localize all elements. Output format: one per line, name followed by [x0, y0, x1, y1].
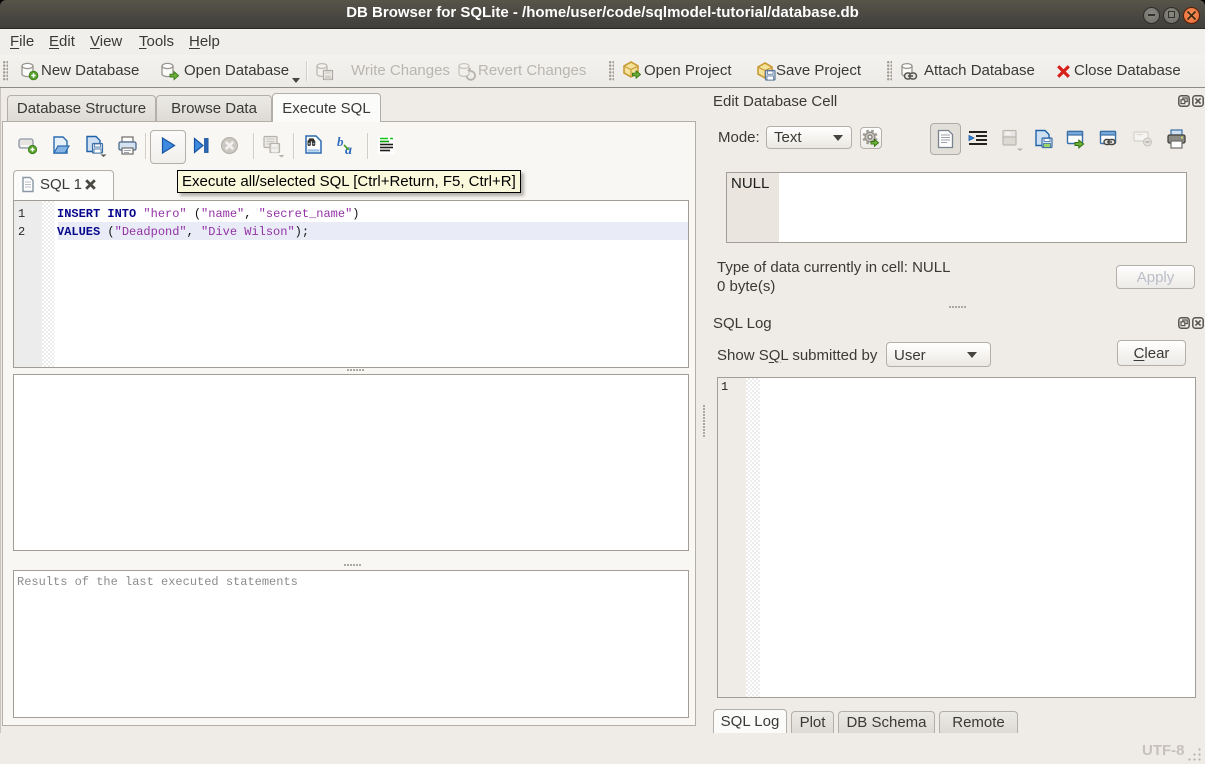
svg-text:b: b [337, 134, 344, 149]
